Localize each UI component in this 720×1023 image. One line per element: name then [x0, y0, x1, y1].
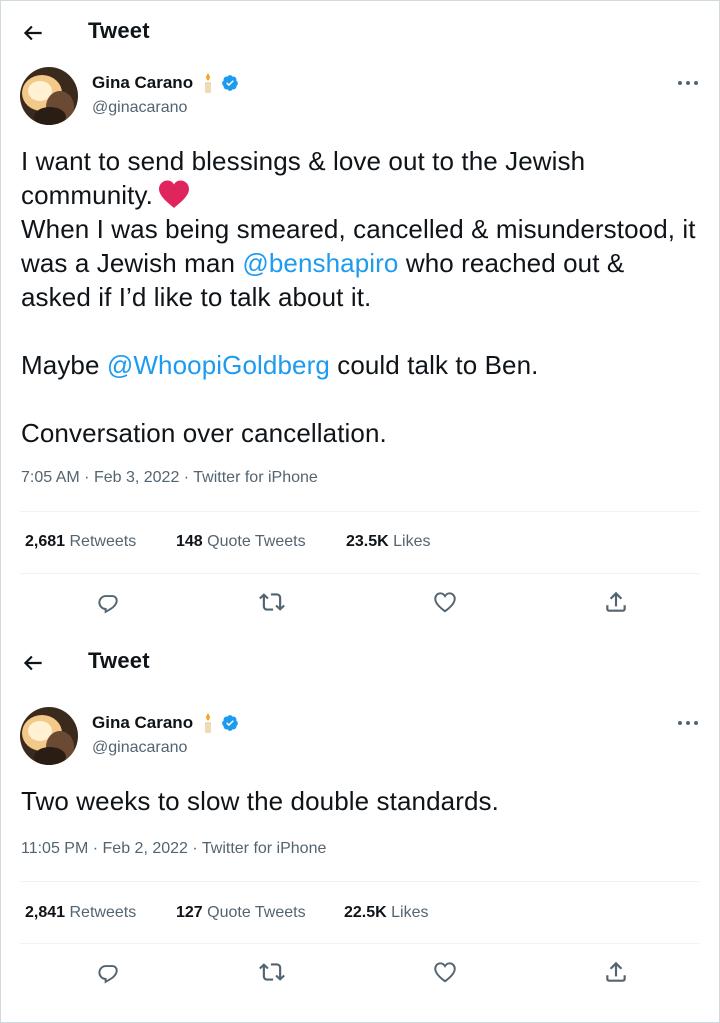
arrow-left-icon[interactable] — [20, 650, 46, 676]
tweet-time[interactable]: 7:05 AM — [21, 469, 80, 486]
tweet-text-segment: could talk to Ben. — [329, 350, 539, 380]
red-heart-emoji-icon — [159, 180, 189, 208]
tweet-meta: 7:05 AM · Feb 3, 2022 · Twitter for iPho… — [21, 469, 318, 487]
tweet-time[interactable]: 11:05 PM — [21, 840, 88, 857]
mention-link[interactable]: @benshapiro — [242, 248, 398, 278]
likes-count: 23.5K — [346, 533, 389, 550]
tweet-actions — [0, 589, 720, 619]
tweet-paragraph: Maybe @WhoopiGoldberg could talk to Ben. — [21, 348, 701, 382]
tweet-text: I want to send blessings & love out to t… — [21, 144, 701, 450]
candle-emoji-icon — [205, 713, 212, 733]
quotes-label: Quote Tweets — [207, 533, 306, 550]
verified-badge-icon — [222, 715, 238, 731]
avatar-image — [20, 67, 78, 125]
page-title: Tweet — [88, 648, 150, 673]
meta-separator: · — [183, 469, 190, 486]
tweet-paragraph: I want to send blessings & love out to t… — [21, 144, 701, 212]
author-name-text: Gina Carano — [92, 713, 194, 732]
divider — [20, 881, 699, 882]
tweet-source[interactable]: Twitter for iPhone — [202, 840, 327, 857]
likes-stat[interactable]: 23.5K Likes — [346, 533, 431, 551]
tweet-meta: 11:05 PM · Feb 2, 2022 · Twitter for iPh… — [21, 840, 326, 858]
tweet-text-segment: Maybe — [21, 350, 107, 380]
verified-badge-icon — [222, 75, 238, 91]
likes-label: Likes — [391, 904, 429, 921]
reply-icon[interactable] — [95, 959, 121, 985]
retweets-stat[interactable]: 2,841 Retweets — [25, 904, 136, 922]
more-horizontal-icon[interactable] — [676, 718, 700, 728]
quotes-label: Quote Tweets — [207, 904, 306, 921]
retweets-count: 2,681 — [25, 533, 66, 550]
heart-outline-icon[interactable] — [432, 959, 458, 985]
quotes-stat[interactable]: 127 Quote Tweets — [176, 904, 306, 922]
tweet-actions — [0, 959, 720, 989]
retweets-label: Retweets — [69, 533, 137, 550]
tweet-date[interactable]: Feb 3, 2022 — [94, 469, 179, 486]
likes-stat[interactable]: 22.5K Likes — [344, 904, 429, 922]
divider — [20, 511, 699, 512]
arrow-left-icon[interactable] — [20, 20, 46, 46]
quotes-count: 148 — [176, 533, 203, 550]
likes-count: 22.5K — [344, 904, 387, 921]
tweet-header: Tweet — [0, 634, 720, 690]
tweet-paragraph: When I was being smeared, cancelled & mi… — [21, 212, 701, 314]
retweet-icon[interactable] — [259, 959, 285, 985]
avatar-image — [20, 707, 78, 765]
quotes-stat[interactable]: 148 Quote Tweets — [176, 533, 306, 551]
meta-separator: · — [84, 469, 90, 486]
tweet-paragraph: Conversation over cancellation. — [21, 418, 387, 448]
mention-link[interactable]: @WhoopiGoldberg — [107, 350, 330, 380]
quotes-count: 127 — [176, 904, 203, 921]
share-icon[interactable] — [603, 589, 629, 615]
tweet-text: Two weeks to slow the double standards. — [21, 784, 701, 818]
author-handle[interactable]: @ginacarano — [92, 739, 187, 757]
retweets-count: 2,841 — [25, 904, 66, 921]
author-name[interactable]: Gina Carano — [92, 712, 239, 734]
retweets-stat[interactable]: 2,681 Retweets — [25, 533, 136, 551]
tweet-text-segment: I want to send blessings & love out to t… — [21, 146, 586, 210]
tweet-header: Tweet — [0, 4, 720, 60]
divider — [20, 943, 699, 944]
avatar[interactable] — [20, 707, 78, 765]
tweet-source[interactable]: Twitter for iPhone — [193, 469, 318, 486]
tweet-paragraph: Two weeks to slow the double standards. — [21, 786, 499, 816]
more-horizontal-icon[interactable] — [676, 78, 700, 88]
author-name[interactable]: Gina Carano — [92, 72, 239, 94]
author-handle[interactable]: @ginacarano — [92, 99, 187, 117]
likes-label: Likes — [393, 533, 431, 550]
retweets-label: Retweets — [69, 904, 137, 921]
meta-separator: · — [192, 840, 198, 857]
avatar[interactable] — [20, 67, 78, 125]
meta-separator: · — [92, 840, 99, 857]
heart-outline-icon[interactable] — [432, 589, 458, 615]
divider — [20, 573, 699, 574]
retweet-icon[interactable] — [259, 589, 285, 615]
author-name-text: Gina Carano — [92, 73, 194, 92]
share-icon[interactable] — [603, 959, 629, 985]
candle-emoji-icon — [205, 73, 212, 93]
reply-icon[interactable] — [95, 589, 121, 615]
tweet-date[interactable]: Feb 2, 2022 — [103, 840, 188, 857]
page-title: Tweet — [88, 18, 150, 43]
